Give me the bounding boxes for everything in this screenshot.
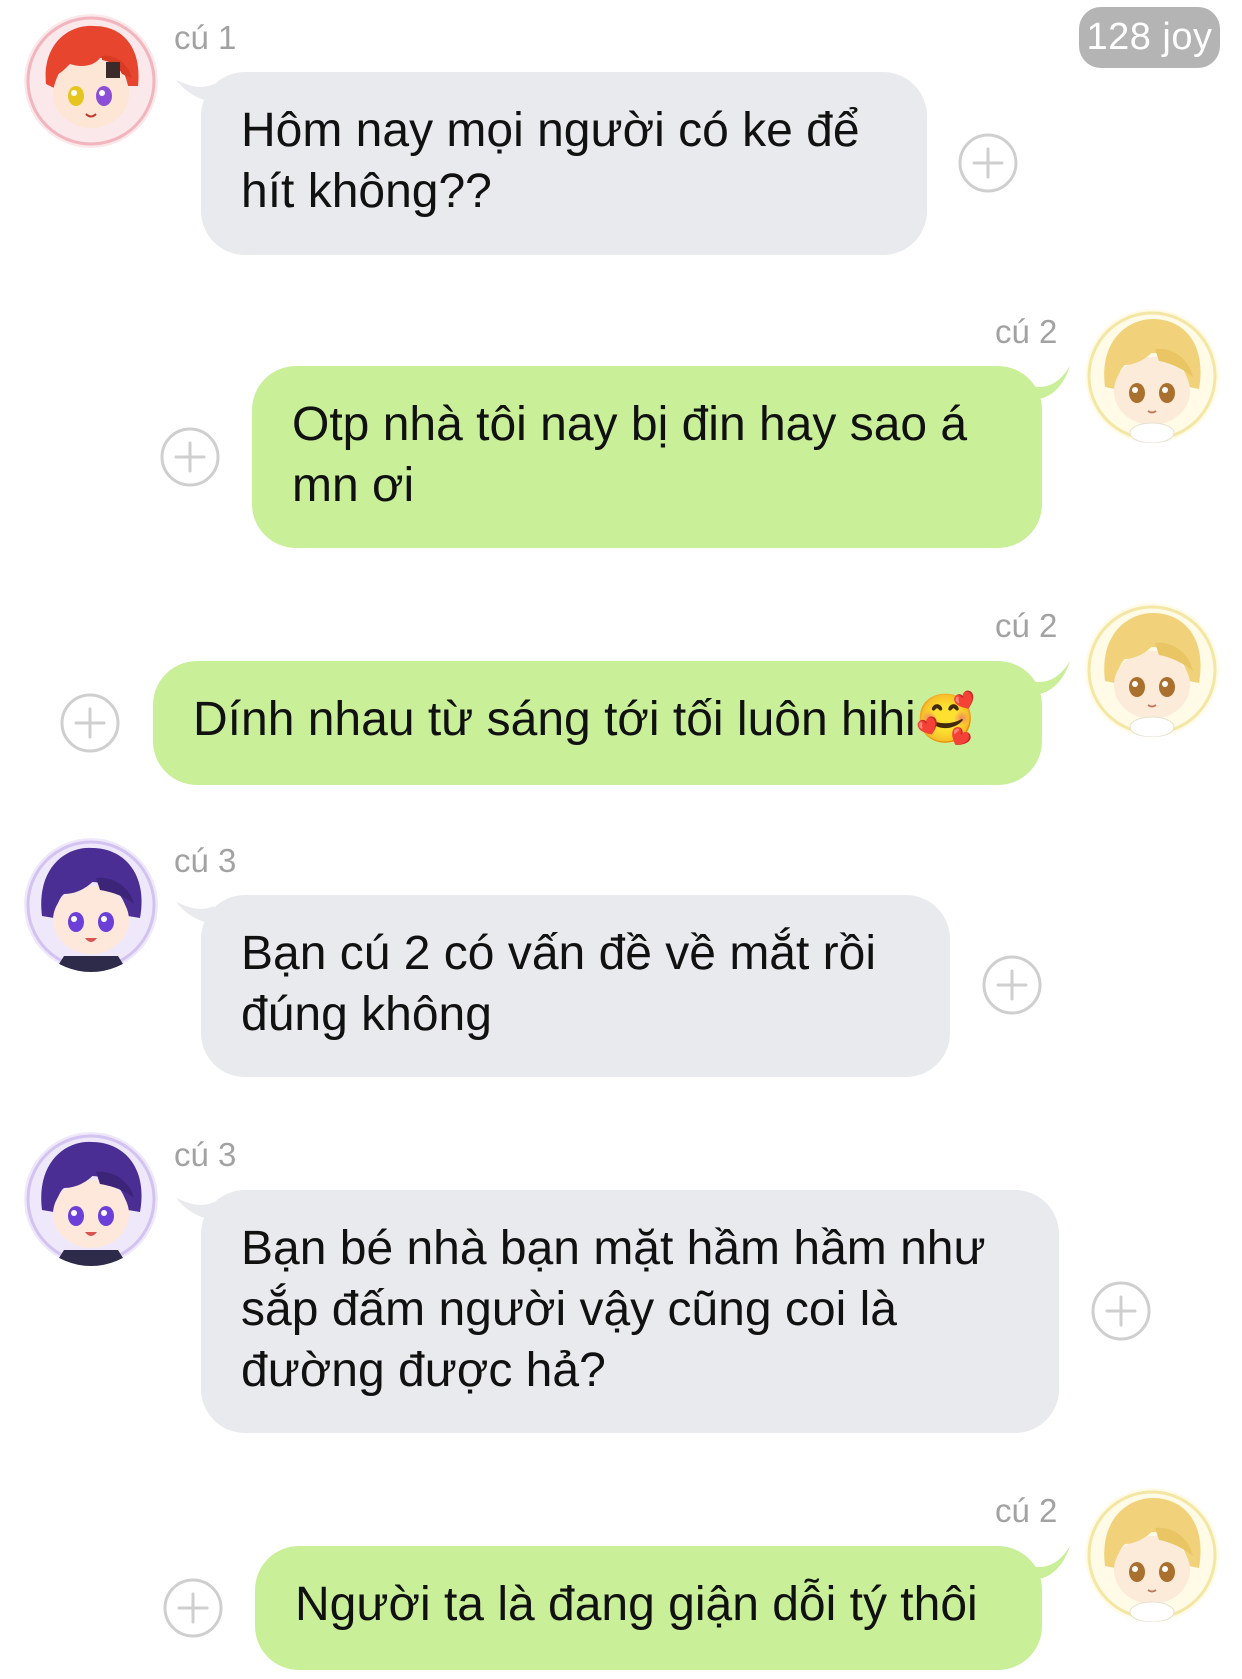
message-bubble[interactable]: Otp nhà tôi nay bị đin hay sao á mn ơi — [252, 366, 1042, 548]
message-bubble[interactable]: Bạn bé nhà bạn mặt hầm hầm như sắp đấm n… — [201, 1190, 1059, 1433]
joy-count-badge[interactable]: 128 joy — [1079, 7, 1220, 68]
sender-avatar[interactable] — [24, 838, 158, 972]
add-reaction-icon[interactable] — [163, 1578, 223, 1638]
message-bubble[interactable]: Hôm nay mọi người có ke để hít không?? — [201, 72, 927, 255]
sender-avatar[interactable] — [24, 14, 158, 148]
add-reaction-icon[interactable] — [982, 955, 1042, 1015]
purple-hair-avatar-icon — [24, 1132, 158, 1266]
red-hair-avatar-icon — [24, 14, 158, 148]
add-reaction-icon[interactable] — [60, 693, 120, 753]
sender-name: cú 2 — [995, 607, 1058, 644]
blonde-avatar-icon — [1085, 1488, 1219, 1622]
message-bubble[interactable]: Dính nhau từ sáng tới tối luôn hihi🥰 — [153, 661, 1042, 785]
sender-avatar[interactable] — [1085, 603, 1219, 737]
sender-name: cú 2 — [995, 1492, 1058, 1529]
sender-name: cú 3 — [174, 1136, 237, 1173]
sender-avatar[interactable] — [1085, 309, 1219, 443]
message-bubble[interactable]: Bạn cú 2 có vấn đề về mắt rồi đúng không — [201, 895, 950, 1077]
add-reaction-icon[interactable] — [160, 427, 220, 487]
sender-avatar[interactable] — [24, 1132, 158, 1266]
blonde-avatar-icon — [1085, 603, 1219, 737]
sender-name: cú 2 — [995, 313, 1058, 350]
purple-hair-avatar-icon — [24, 838, 158, 972]
sender-avatar[interactable] — [1085, 1488, 1219, 1622]
sender-name: cú 3 — [174, 842, 237, 879]
message-bubble[interactable]: Người ta là đang giận dỗi tý thôi — [255, 1546, 1042, 1670]
add-reaction-icon[interactable] — [958, 133, 1018, 193]
blonde-avatar-icon — [1085, 309, 1219, 443]
sender-name: cú 1 — [174, 19, 237, 56]
add-reaction-icon[interactable] — [1091, 1281, 1151, 1341]
